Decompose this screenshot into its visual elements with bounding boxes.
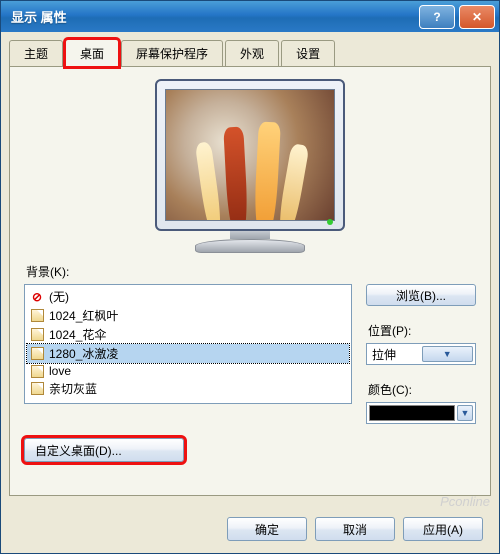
file-icon — [30, 364, 44, 378]
tab-settings[interactable]: 设置 — [281, 40, 335, 67]
cancel-button[interactable]: 取消 — [315, 517, 395, 541]
apply-button[interactable]: 应用(A) — [403, 517, 483, 541]
list-item-label: love — [49, 364, 71, 378]
list-item-label: 1024_花伞 — [49, 326, 106, 343]
window: 显示 属性 ? ✕ 主题 桌面 屏幕保护程序 外观 设置 背景(K): — [0, 0, 500, 554]
list-item[interactable]: 1024_红枫叶 — [27, 306, 349, 325]
desktop-panel: 背景(K): ⊘ (无) 1024_红枫叶 1024_花伞 1280_冰激凌 — [9, 66, 491, 496]
list-item-label: (无) — [49, 288, 69, 305]
none-icon: ⊘ — [30, 290, 44, 304]
file-icon — [30, 347, 44, 361]
list-item[interactable]: 亲切灰蓝 — [27, 379, 349, 398]
help-button[interactable]: ? — [419, 5, 455, 29]
tab-desktop[interactable]: 桌面 — [65, 39, 119, 67]
customize-desktop-button[interactable]: 自定义桌面(D)... — [24, 438, 184, 462]
ok-button[interactable]: 确定 — [227, 517, 307, 541]
color-picker[interactable]: ▼ — [366, 402, 476, 424]
color-label: 颜色(C): — [368, 381, 476, 398]
list-item[interactable]: love — [27, 363, 349, 379]
tab-appearance[interactable]: 外观 — [225, 40, 279, 67]
wallpaper-preview — [165, 89, 335, 221]
tabbar: 主题 桌面 屏幕保护程序 外观 设置 — [1, 32, 499, 67]
file-icon — [30, 328, 44, 342]
background-listbox[interactable]: ⊘ (无) 1024_红枫叶 1024_花伞 1280_冰激凌 lo — [24, 284, 352, 404]
list-item-label: 1024_红枫叶 — [49, 307, 118, 324]
position-value: 拉伸 — [372, 346, 422, 363]
dialog-buttons: 确定 取消 应用(A) — [1, 505, 499, 553]
browse-button[interactable]: 浏览(B)... — [366, 284, 476, 306]
tab-theme[interactable]: 主题 — [9, 40, 63, 67]
close-button[interactable]: ✕ — [459, 5, 495, 29]
file-icon — [30, 382, 44, 396]
position-label: 位置(P): — [368, 322, 476, 339]
list-item-none[interactable]: ⊘ (无) — [27, 287, 349, 306]
color-swatch — [369, 405, 455, 421]
titlebar[interactable]: 显示 属性 ? ✕ — [1, 1, 499, 32]
chevron-down-icon: ▼ — [422, 346, 474, 362]
window-title: 显示 属性 — [11, 7, 419, 26]
file-icon — [30, 309, 44, 323]
list-item-label: 1280_冰激凌 — [49, 345, 118, 362]
position-combobox[interactable]: 拉伸 ▼ — [366, 343, 476, 365]
chevron-down-icon: ▼ — [457, 405, 473, 421]
tab-screensaver[interactable]: 屏幕保护程序 — [121, 40, 223, 67]
monitor-preview — [155, 79, 345, 253]
list-item-selected[interactable]: 1280_冰激凌 — [27, 344, 349, 363]
list-item[interactable]: 1024_花伞 — [27, 325, 349, 344]
list-item-label: 亲切灰蓝 — [49, 380, 97, 397]
background-label: 背景(K): — [26, 263, 476, 280]
